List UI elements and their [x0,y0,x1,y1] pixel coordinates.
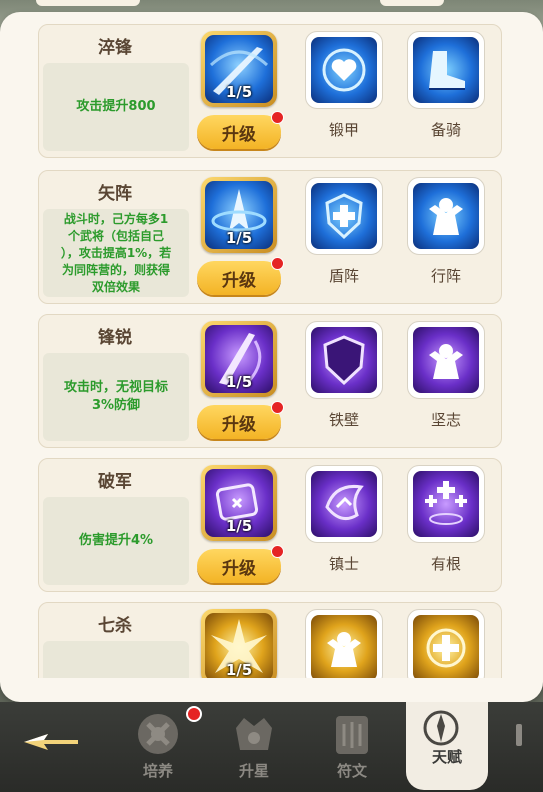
sub-skill-label: 有根 [430,555,461,573]
nav-label: 培养 [142,762,173,780]
boot-icon [413,37,479,103]
talent-title: 矢阵 [98,184,132,204]
talent-card: 淬锋 攻击提升800 1/5 升级 锻甲 备骑 [38,24,502,158]
talent-main-skill[interactable]: 1/5 [201,177,277,253]
upgrade-button[interactable]: 升级 [197,115,281,149]
plus-shield-icon [413,615,479,678]
notification-dot [271,257,284,270]
warrior-icon [413,327,479,393]
upgrade-button[interactable]: 升级 [197,405,281,439]
talent-level: 1/5 [225,83,253,101]
talent-main-skill[interactable]: 1/5 [201,465,277,541]
warrior-icon [413,183,479,249]
top-tab-left [36,0,140,6]
talent-level: 1/5 [225,661,253,678]
talent-title: 破军 [98,472,132,492]
talent-description-box: 攻击时，无视目标 3%防御 [43,353,189,441]
talent-main-skill[interactable]: 1/5 [201,321,277,397]
nav-item-talent[interactable]: 天赋 [406,702,488,790]
sub-skill-label: 盾阵 [328,267,359,285]
talent-level: 1/5 [225,229,253,247]
train-icon [132,710,184,762]
sub-skill-label: 行阵 [430,267,461,285]
upgrade-button[interactable]: 升级 [197,261,281,295]
talent-sub-skill[interactable] [305,321,383,399]
talent-sub-skill[interactable] [305,465,383,543]
sub-skill-label: 坚志 [430,411,461,429]
talent-panel: 淬锋 攻击提升800 1/5 升级 锻甲 备骑 矢阵 战斗时，己方每多1 个武将… [0,12,543,702]
talent-icon [421,708,461,748]
talent-level: 1/5 [225,373,253,391]
nav-item-star-up[interactable]: 升星 [218,710,290,784]
nav-label: 符文 [336,762,367,780]
talent-level: 1/5 [225,517,253,535]
top-tab-right [380,0,444,6]
sub-skill-label: 锻甲 [328,121,359,139]
nav-label: 升星 [238,762,269,780]
talent-description-box: 战斗时，己方每多1 个武将（包括自己 ），攻击提高1%，若 为同阵营的，则获得 … [43,209,189,297]
spiral-shield-icon [311,471,377,537]
talent-list[interactable]: 淬锋 攻击提升800 1/5 升级 锻甲 备骑 矢阵 战斗时，己方每多1 个武将… [0,12,543,678]
nav-label: 天赋 [431,748,462,766]
talent-description-box: 攻击提升800 [43,63,189,151]
sub-skill-label: 镇士 [328,555,359,573]
arrow-formation-icon: 1/5 [205,181,273,249]
talent-title: 七杀 [98,616,132,636]
warrior-icon [311,615,377,678]
talent-sub-skill[interactable] [407,465,485,543]
slash-icon: 1/5 [205,325,273,393]
notification-dot [271,545,284,558]
talent-card: 破军 伤害提升4% 1/5 升级 镇士 有根 [38,458,502,592]
plus-ground-icon [413,471,479,537]
next-page-indicator[interactable] [516,724,522,746]
talent-main-skill[interactable]: 1/5 [201,609,277,678]
nav-item-train[interactable]: 培养 [122,710,194,784]
talent-card: 锋锐 攻击时，无视目标 3%防御 1/5 升级 铁壁 坚志 [38,314,502,448]
talent-sub-skill[interactable] [407,31,485,109]
notification-dot [186,706,202,722]
talent-sub-skill[interactable] [305,609,383,678]
talent-card: 七杀 1/5 [38,602,502,678]
sub-skill-label: 备骑 [430,121,461,139]
talent-description: 攻击提升800 [76,99,156,114]
talent-sub-skill[interactable] [305,31,383,109]
talent-title: 淬锋 [98,38,132,58]
talent-description: 伤害提升4% [78,533,154,548]
sub-skill-label: 铁壁 [328,411,359,429]
talent-description-box: 伤害提升4% [43,497,189,585]
nav-item-rune[interactable]: 符文 [316,710,388,784]
talent-sub-skill[interactable] [407,177,485,255]
blade-icon: 1/5 [205,35,273,103]
shield-icon [311,327,377,393]
talent-sub-skill[interactable] [407,321,485,399]
talent-sub-skill[interactable] [407,609,485,678]
notification-dot [271,111,284,124]
talent-description: 攻击时，无视目标 3%防御 [63,380,168,413]
talent-title: 锋锐 [98,328,132,348]
plus-shield-icon [311,183,377,249]
star-up-icon [228,710,280,762]
rune-icon [326,710,378,762]
bottom-nav-bar: 培养 升星 符文 天赋 [0,702,543,792]
talent-description-box [43,641,189,678]
upgrade-button[interactable]: 升级 [197,549,281,583]
broken-shield-icon: 1/5 [205,469,273,537]
talent-sub-skill[interactable] [305,177,383,255]
burst-icon: 1/5 [205,613,273,678]
talent-description: 战斗时，己方每多1 个武将（包括自己 ），攻击提高1%，若 为同阵营的，则获得 … [60,211,172,294]
notification-dot [271,401,284,414]
talent-card: 矢阵 战斗时，己方每多1 个武将（包括自己 ），攻击提高1%，若 为同阵营的，则… [38,170,502,304]
talent-main-skill[interactable]: 1/5 [201,31,277,107]
heart-shield-icon [311,37,377,103]
back-arrow-icon[interactable] [18,722,84,762]
